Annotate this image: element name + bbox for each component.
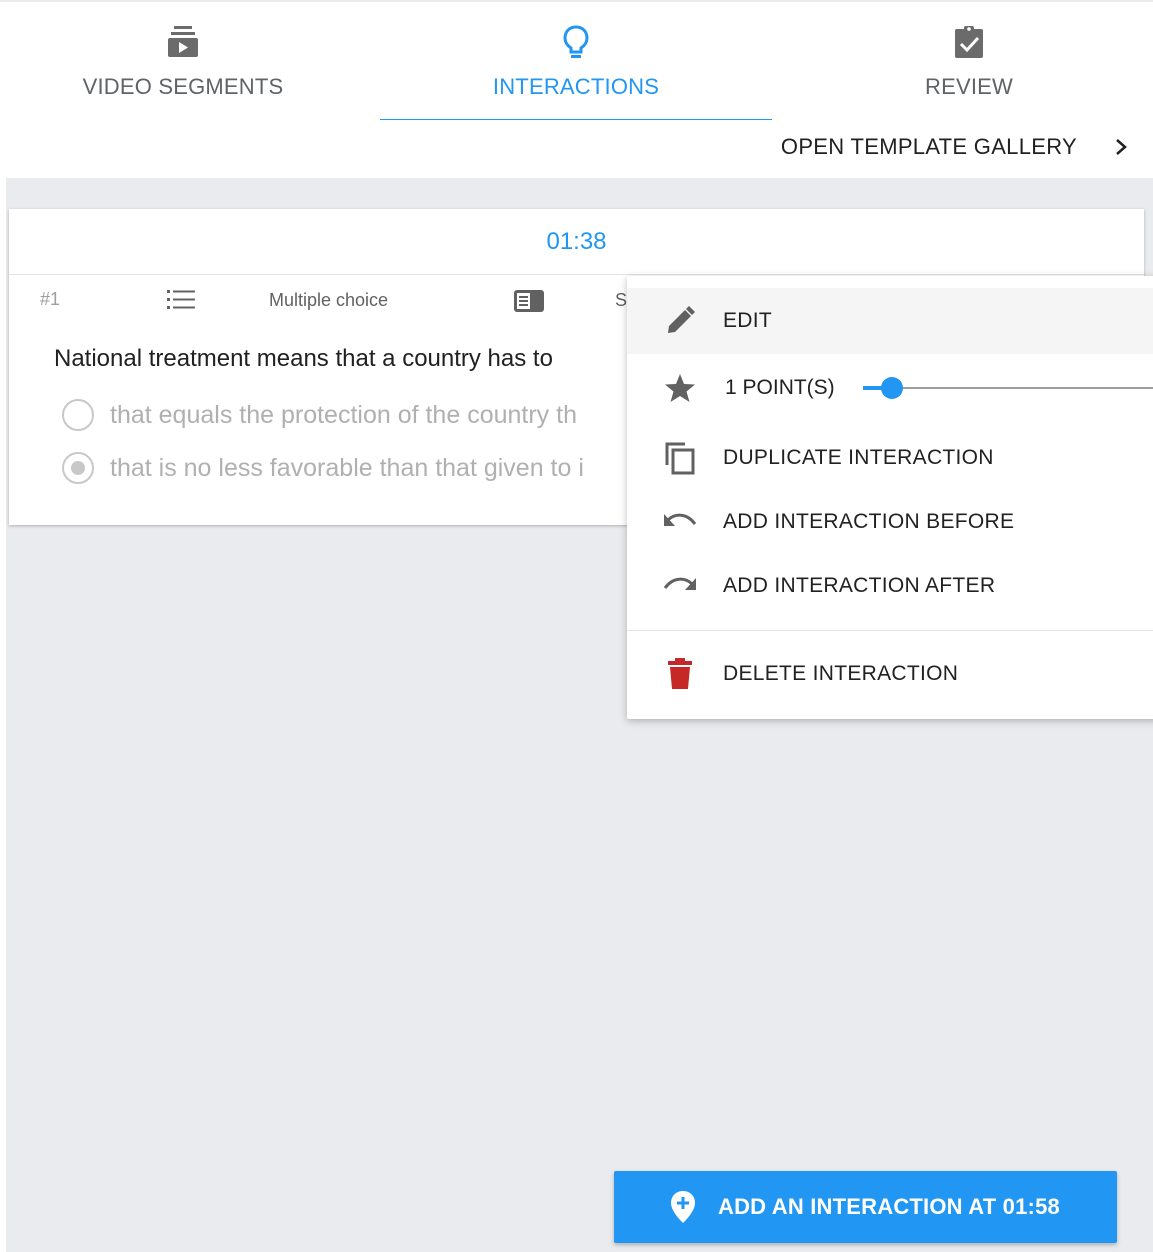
points-label: 1 POINT(S)	[725, 376, 835, 399]
radio-button[interactable]	[62, 452, 94, 484]
question-text: National treatment means that a country …	[54, 345, 553, 372]
answer-option[interactable]: that is no less favorable than that give…	[62, 452, 584, 484]
delete-interaction-menu-item[interactable]: DELETE INTERACTION	[627, 642, 1153, 706]
delete-label: DELETE INTERACTION	[723, 662, 959, 685]
editor-page: VIDEO SEGMENTS INTERACTIONS REVIEW OPEN …	[0, 0, 1153, 1252]
gallery-label: OPEN TEMPLATE GALLERY	[780, 134, 1077, 159]
star-icon	[663, 371, 697, 405]
edit-label: EDIT	[723, 309, 773, 332]
copy-icon	[663, 441, 697, 475]
add-after-label: ADD INTERACTION AFTER	[723, 574, 996, 597]
gallery-row: OPEN TEMPLATE GALLERY	[0, 120, 1153, 178]
points-menu-item: 1 POINT(S)	[627, 356, 1153, 420]
list-icon	[167, 289, 195, 316]
menu-divider	[627, 630, 1153, 631]
undo-icon	[663, 505, 697, 539]
edit-menu-item[interactable]: EDIT	[627, 288, 1153, 354]
clipboard-check-icon	[949, 22, 989, 62]
tab-label: VIDEO SEGMENTS	[82, 74, 284, 99]
pencil-icon	[663, 304, 697, 338]
slider-track	[863, 387, 1153, 389]
open-template-gallery-link[interactable]: OPEN TEMPLATE GALLERY	[781, 134, 1131, 160]
points-slider[interactable]	[863, 377, 1153, 399]
interaction-time: 01:38	[546, 227, 607, 255]
radio-button[interactable]	[62, 399, 94, 431]
tab-bar: VIDEO SEGMENTS INTERACTIONS REVIEW	[0, 0, 1153, 122]
add-interaction-button[interactable]: ADD AN INTERACTION AT 01:58	[614, 1171, 1117, 1243]
interaction-type: Multiple choice	[269, 290, 389, 310]
video-stack-icon	[163, 22, 203, 62]
map-pin-plus-icon	[668, 1189, 698, 1225]
answer-option-text: that is no less favorable than that give…	[110, 453, 584, 482]
card-time-row: 01:38	[9, 209, 1144, 275]
tab-video-segments[interactable]: VIDEO SEGMENTS	[0, 2, 379, 122]
interaction-context-menu: EDIT 1 POINT(S) DUPLICATE INTERACTION AD…	[627, 276, 1153, 719]
lightbulb-icon	[556, 22, 596, 62]
duplicate-label: DUPLICATE INTERACTION	[723, 446, 994, 469]
trash-icon	[663, 657, 697, 691]
tab-review[interactable]: REVIEW	[773, 2, 1153, 122]
redo-icon	[663, 569, 697, 603]
tab-label: REVIEW	[925, 74, 1013, 99]
interaction-truncated-label: S	[615, 290, 628, 310]
slider-thumb[interactable]	[881, 377, 903, 399]
tab-interactions[interactable]: INTERACTIONS	[380, 2, 772, 122]
tab-label: INTERACTIONS	[492, 74, 660, 99]
answer-option-text: that equals the protection of the countr…	[110, 400, 577, 429]
interaction-number: #1	[40, 289, 61, 309]
add-interaction-label: ADD AN INTERACTION AT 01:58	[718, 1194, 1060, 1219]
add-before-label: ADD INTERACTION BEFORE	[723, 510, 1015, 533]
answer-option[interactable]: that equals the protection of the countr…	[62, 399, 577, 431]
duplicate-interaction-menu-item[interactable]: DUPLICATE INTERACTION	[627, 426, 1153, 490]
card-layout-icon	[513, 289, 545, 318]
chevron-right-icon	[1111, 137, 1131, 157]
add-interaction-after-menu-item[interactable]: ADD INTERACTION AFTER	[627, 554, 1153, 618]
add-interaction-before-menu-item[interactable]: ADD INTERACTION BEFORE	[627, 490, 1153, 554]
